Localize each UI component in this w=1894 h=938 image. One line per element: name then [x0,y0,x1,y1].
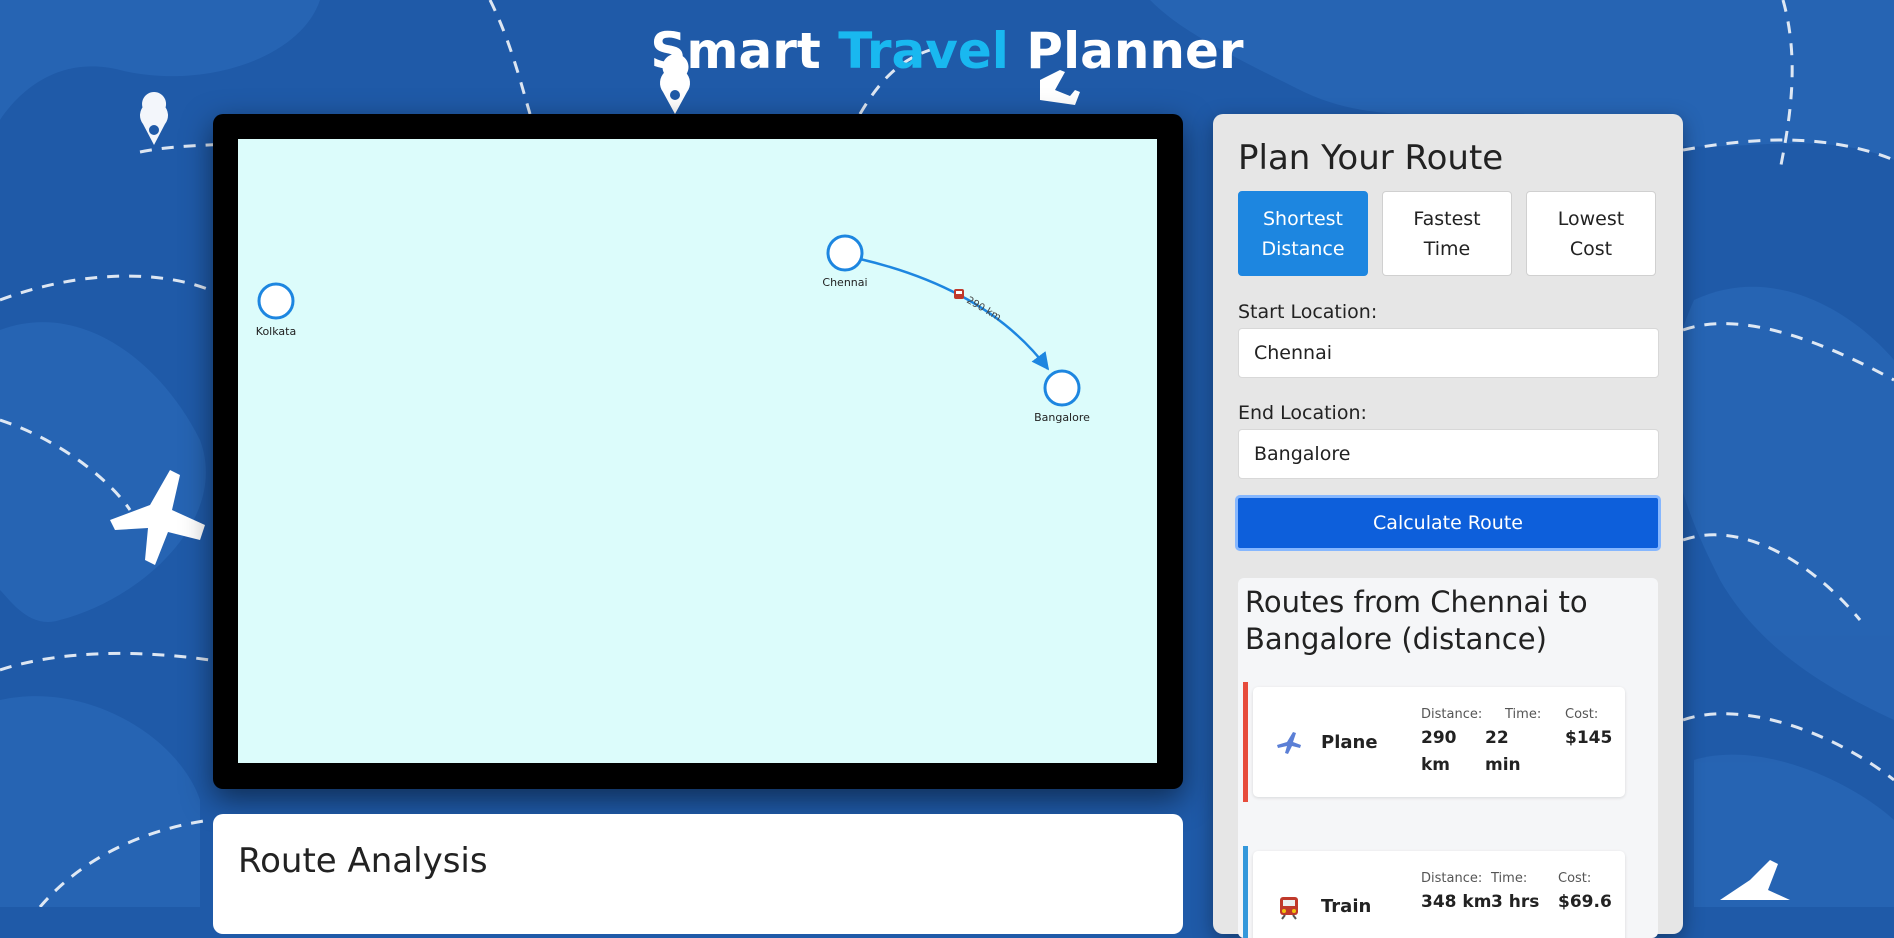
route-results: Routes from Chennai to Bangalore (distan… [1238,578,1658,938]
plan-route-panel: Plan Your Route Shortest Distance Fastes… [1213,114,1683,938]
node-label-kolkata: Kolkata [256,325,296,338]
route-cost: Cost: $69.6 [1558,871,1612,912]
start-location-label: Start Location: [1238,301,1378,323]
route-color-bar [1243,846,1248,938]
end-location-label: End Location: [1238,402,1367,424]
route-card-body: Plane Distance: 290 km Time: 22 min Cost… [1253,687,1625,797]
train-icon [954,289,964,299]
end-location-input[interactable]: Bangalore [1238,429,1659,479]
route-edge [859,257,1050,371]
route-card-body: Train Distance: 348 km Time: 3 hrs Cost:… [1253,851,1625,938]
route-distance: Distance: 348 km [1421,871,1492,912]
train-icon [1280,897,1298,920]
mode-lowest-cost-button[interactable]: Lowest Cost [1526,191,1656,276]
results-title: Routes from Chennai to Bangalore (distan… [1245,585,1588,656]
calculate-route-button[interactable]: Calculate Route [1235,495,1661,551]
node-label-bangalore: Bangalore [1034,411,1090,424]
node-kolkata[interactable]: Kolkata [256,282,296,338]
mode-fastest-time-button[interactable]: Fastest Time [1382,191,1512,276]
plane-icon [1277,732,1301,754]
node-chennai[interactable]: Chennai [822,234,868,289]
plan-route-title: Plan Your Route [1238,138,1504,178]
node-label-chennai: Chennai [822,276,867,289]
route-time: Time: 3 hrs [1491,871,1540,912]
start-location-input[interactable]: Chennai [1238,328,1659,378]
map-container: 290 km Kolkata Chennai Bangalore [213,114,1183,789]
route-time: Time: 22 min [1485,707,1542,775]
route-mode-label: Plane [1321,732,1378,753]
node-bangalore[interactable]: Bangalore [1034,369,1090,424]
page-title: Smart Travel Planner [650,22,1244,80]
route-map[interactable]: 290 km Kolkata Chennai Bangalore [238,139,1157,763]
route-card-plane[interactable]: Plane Distance: 290 km Time: 22 min Cost… [1243,682,1625,802]
route-analysis-panel: Route Analysis [213,814,1183,934]
route-distance: Distance: 290 km [1421,707,1483,775]
route-card-train[interactable]: Train Distance: 348 km Time: 3 hrs Cost:… [1243,846,1625,938]
route-cost: Cost: $145 [1565,707,1613,748]
route-color-bar [1243,682,1248,802]
mode-shortest-distance-button[interactable]: Shortest Distance [1238,191,1368,276]
route-analysis-title: Route Analysis [238,841,488,881]
edge-distance-label: 290 km [965,295,1003,323]
